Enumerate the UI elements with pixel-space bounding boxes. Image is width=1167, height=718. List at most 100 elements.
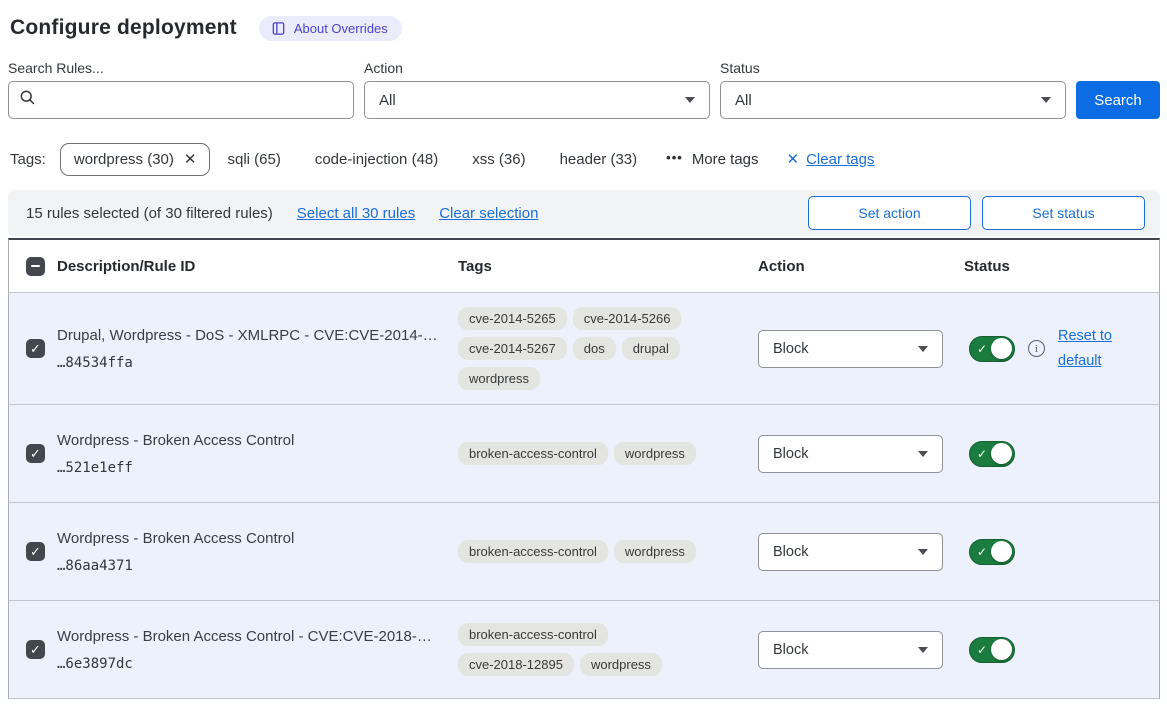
toggle-knob bbox=[991, 541, 1012, 562]
set-status-button[interactable]: Set status bbox=[982, 196, 1145, 230]
clear-tags-link[interactable]: ✕ Clear tags bbox=[787, 151, 875, 168]
search-button[interactable]: Search bbox=[1076, 81, 1160, 119]
toggle-knob bbox=[991, 443, 1012, 464]
column-action: Action bbox=[758, 258, 964, 275]
search-icon bbox=[19, 89, 36, 111]
action-select[interactable]: Block bbox=[758, 533, 943, 571]
tag-pill: broken-access-control bbox=[458, 442, 608, 465]
clear-selection-link[interactable]: Clear selection bbox=[439, 205, 538, 222]
row-checkbox[interactable]: ✓ bbox=[26, 444, 45, 463]
search-rules-label: Search Rules... bbox=[8, 60, 354, 76]
check-icon: ✓ bbox=[30, 545, 41, 558]
description-cell: Wordpress - Broken Access Control - CVE:… bbox=[57, 628, 458, 672]
search-rules-field: Search Rules... bbox=[8, 60, 354, 119]
table-row: ✓ Wordpress - Broken Access Control - CV… bbox=[9, 601, 1159, 699]
action-value: Block bbox=[773, 341, 808, 357]
action-select[interactable]: Block bbox=[758, 435, 943, 473]
tag-pill: cve-2014-5267 bbox=[458, 337, 567, 360]
filter-bar: Search Rules... Action All Status bbox=[8, 60, 1160, 119]
search-input[interactable] bbox=[45, 92, 343, 109]
row-checkbox-cell: ✓ bbox=[9, 444, 57, 463]
selection-bar: 15 rules selected (of 30 filtered rules)… bbox=[8, 190, 1160, 236]
tag-filter-item[interactable]: xss (36) bbox=[455, 144, 542, 175]
action-select[interactable]: Block bbox=[758, 631, 943, 669]
rule-tags: broken-access-controlwordpress bbox=[458, 526, 726, 577]
action-value: Block bbox=[773, 642, 808, 658]
row-checkbox[interactable]: ✓ bbox=[26, 542, 45, 561]
tag-pill: cve-2014-5265 bbox=[458, 307, 567, 330]
action-cell: Block bbox=[758, 533, 964, 571]
action-value: Block bbox=[773, 446, 808, 462]
status-filter-value: All bbox=[735, 92, 752, 109]
tag-pill: cve-2018-12895 bbox=[458, 653, 574, 676]
status-filter-select[interactable]: All bbox=[720, 81, 1066, 119]
about-overrides-badge[interactable]: About Overrides bbox=[259, 16, 402, 41]
rule-id: …521e1eff bbox=[57, 460, 438, 476]
action-filter-field: Action All bbox=[364, 60, 710, 119]
chevron-down-icon bbox=[918, 549, 928, 555]
tag-filter-item[interactable]: sqli (65) bbox=[210, 144, 297, 175]
table-header-row: Description/Rule ID Tags Action Status bbox=[9, 240, 1159, 293]
remove-tag-icon[interactable]: ✕ bbox=[184, 152, 197, 167]
status-toggle[interactable]: ✓ bbox=[969, 441, 1015, 467]
clear-tags-label: Clear tags bbox=[806, 151, 874, 168]
status-toggle[interactable]: ✓ bbox=[969, 539, 1015, 565]
row-checkbox[interactable]: ✓ bbox=[26, 339, 45, 358]
rule-title: Wordpress - Broken Access Control bbox=[57, 432, 438, 449]
select-all-checkbox[interactable] bbox=[26, 257, 45, 276]
status-cell: ✓ i Reset to default bbox=[964, 324, 1159, 373]
chevron-down-icon bbox=[918, 647, 928, 653]
action-filter-select[interactable]: All bbox=[364, 81, 710, 119]
info-icon[interactable]: i bbox=[1028, 340, 1045, 357]
select-all-link[interactable]: Select all 30 rules bbox=[297, 205, 415, 222]
tags-bar: Tags: wordpress (30) ✕ sqli (65)code-inj… bbox=[8, 140, 1160, 178]
rule-tags: broken-access-controlwordpress bbox=[458, 428, 726, 479]
table-row: ✓ Drupal, Wordpress - DoS - XMLRPC - CVE… bbox=[9, 293, 1159, 405]
book-icon bbox=[271, 21, 286, 36]
status-toggle[interactable]: ✓ bbox=[969, 336, 1015, 362]
chevron-down-icon bbox=[918, 451, 928, 457]
column-tags: Tags bbox=[458, 258, 758, 275]
search-input-wrapper[interactable] bbox=[8, 81, 354, 119]
description-cell: Wordpress - Broken Access Control …86aa4… bbox=[57, 530, 458, 574]
tag-pill: wordpress bbox=[614, 540, 696, 563]
status-toggle[interactable]: ✓ bbox=[969, 637, 1015, 663]
close-icon: ✕ bbox=[787, 152, 800, 167]
tag-pill: broken-access-control bbox=[458, 623, 608, 646]
reset-to-default-link[interactable]: Reset to default bbox=[1058, 324, 1120, 373]
action-filter-value: All bbox=[379, 92, 396, 109]
selected-tag-label: wordpress (30) bbox=[74, 151, 174, 168]
rules-table: Description/Rule ID Tags Action Status ✓… bbox=[8, 238, 1160, 699]
more-tags-button[interactable]: ••• More tags bbox=[666, 151, 758, 168]
about-overrides-label: About Overrides bbox=[294, 21, 388, 36]
rule-id: …84534ffa bbox=[57, 355, 438, 371]
rule-title: Wordpress - Broken Access Control - CVE:… bbox=[57, 628, 438, 645]
more-tags-label: More tags bbox=[692, 151, 759, 168]
check-icon: ✓ bbox=[972, 342, 987, 356]
selected-tag-wordpress[interactable]: wordpress (30) ✕ bbox=[60, 143, 211, 176]
chevron-down-icon bbox=[918, 346, 928, 352]
tag-filter-item[interactable]: header (33) bbox=[543, 144, 655, 175]
check-icon: ✓ bbox=[30, 342, 41, 355]
rule-tags: cve-2014-5265cve-2014-5266cve-2014-5267d… bbox=[458, 293, 726, 404]
status-cell: ✓ bbox=[964, 539, 1159, 565]
tags-label: Tags: bbox=[10, 151, 46, 168]
action-select[interactable]: Block bbox=[758, 330, 943, 368]
tag-pill: cve-2014-5266 bbox=[573, 307, 682, 330]
rule-id: …86aa4371 bbox=[57, 558, 438, 574]
rule-title: Drupal, Wordpress - DoS - XMLRPC - CVE:C… bbox=[57, 327, 438, 344]
table-row: ✓ Wordpress - Broken Access Control …521… bbox=[9, 405, 1159, 503]
row-checkbox-cell: ✓ bbox=[9, 339, 57, 358]
selection-summary: 15 rules selected (of 30 filtered rules) bbox=[26, 205, 273, 222]
status-cell: ✓ bbox=[964, 441, 1159, 467]
toggle-knob bbox=[991, 639, 1012, 660]
status-filter-label: Status bbox=[720, 60, 1066, 76]
check-icon: ✓ bbox=[30, 447, 41, 460]
row-checkbox[interactable]: ✓ bbox=[26, 640, 45, 659]
tag-list: sqli (65)code-injection (48)xss (36)head… bbox=[210, 144, 654, 175]
tag-filter-item[interactable]: code-injection (48) bbox=[298, 144, 455, 175]
set-action-button[interactable]: Set action bbox=[808, 196, 971, 230]
configure-deployment-page: Configure deployment About Overrides Sea… bbox=[0, 0, 1167, 699]
table-row: ✓ Wordpress - Broken Access Control …86a… bbox=[9, 503, 1159, 601]
table-body: ✓ Drupal, Wordpress - DoS - XMLRPC - CVE… bbox=[9, 293, 1159, 699]
